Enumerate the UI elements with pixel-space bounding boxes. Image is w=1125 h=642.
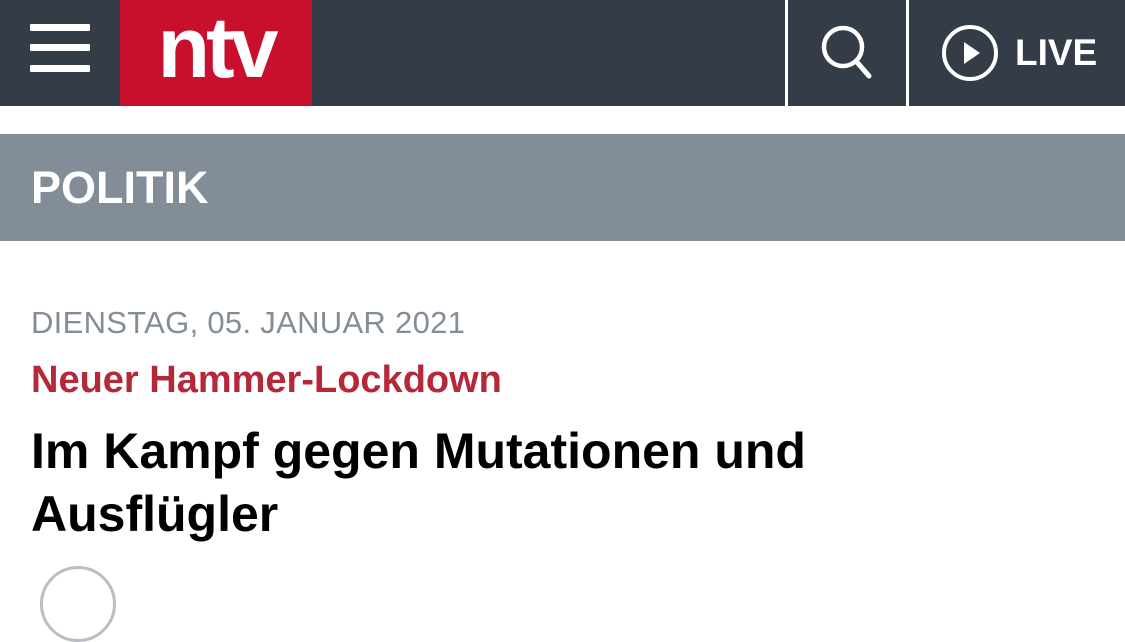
section-title: POLITIK [31,162,209,213]
article-headline[interactable]: Im Kampf gegen Mutationen und Ausflügler [31,420,811,546]
logo-text: ntv [157,0,279,96]
article-kicker[interactable]: Neuer Hammer-Lockdown [31,359,502,402]
play-circle-icon [942,25,998,81]
ntv-logo[interactable]: ntv [120,0,312,106]
author-avatar [40,566,116,642]
section-header[interactable]: POLITIK [0,134,1125,241]
live-label: LIVE [1015,32,1098,73]
top-navigation-bar: ntv LIVE [0,0,1125,106]
search-icon [821,25,872,79]
live-button[interactable]: LIVE [909,0,1125,106]
hamburger-menu-icon[interactable] [30,22,90,74]
article-date: DIENSTAG, 05. JANUAR 2021 [31,305,466,340]
search-button[interactable] [788,0,906,106]
